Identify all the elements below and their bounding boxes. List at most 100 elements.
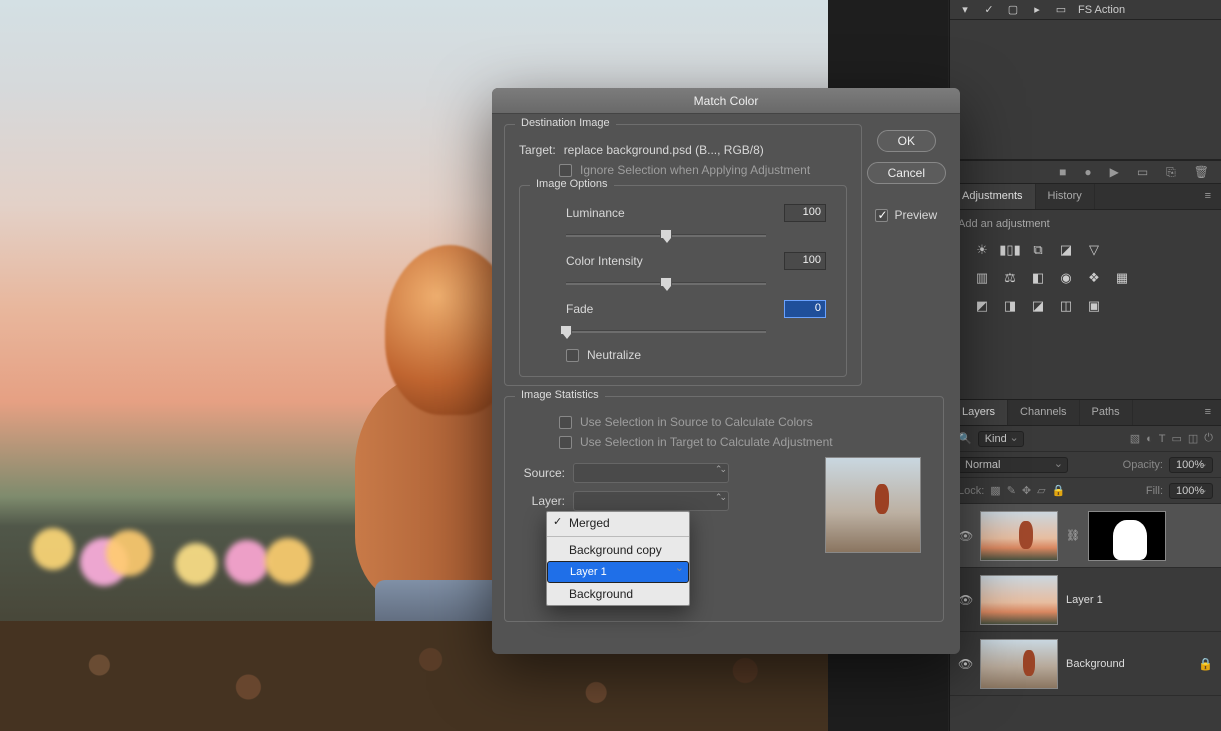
lock-pixels-icon[interactable]: ✎	[1007, 484, 1016, 497]
dialog-title[interactable]: Match Color	[492, 88, 960, 114]
lock-position-icon[interactable]: ✥	[1022, 484, 1031, 497]
layer-thumbnail[interactable]	[980, 639, 1058, 689]
layer-row-background[interactable]: 👁 Background 🔒	[950, 632, 1221, 696]
check-icon: ✓	[982, 3, 996, 16]
tab-adjustments[interactable]: Adjustments	[950, 184, 1036, 209]
lock-all-icon[interactable]: 🔒	[1052, 484, 1066, 497]
use-source-label: Use Selection in Source to Calculate Col…	[580, 415, 813, 429]
threshold-icon[interactable]: ◪	[1028, 298, 1048, 314]
fade-slider[interactable]	[566, 324, 766, 338]
adjustments-panel-tabs: Adjustments History ≡	[950, 184, 1221, 210]
tab-channels[interactable]: Channels	[1008, 400, 1079, 425]
lock-transparency-icon[interactable]: ▩	[990, 484, 1000, 497]
cancel-button[interactable]: Cancel	[867, 162, 946, 184]
new-action-icon[interactable]: ⎘	[1166, 165, 1176, 180]
adjustments-panel-body: Add an adjustment ☀ ▮▯▮ ⧉ ◪ ▽ ▥ ⚖ ◧ ◉ ❖ …	[950, 210, 1221, 400]
play-icon[interactable]: ▶	[1110, 165, 1119, 179]
folder-icon: ▭	[1054, 3, 1068, 16]
dropdown-option-background[interactable]: Background	[547, 583, 689, 605]
layer-name[interactable]: Background	[1066, 658, 1125, 670]
color-balance-icon[interactable]: ⚖	[1000, 270, 1020, 286]
right-panel-stack: ▾ ✓ ▢ ▸ ▭ FS Action ■ ● ▶ ▭ ⎘ 🗑 Adjustme…	[949, 0, 1221, 731]
filter-smart-icon[interactable]: ◫	[1188, 432, 1198, 445]
fill-field[interactable]: 100%	[1169, 483, 1213, 499]
dropdown-option-bgcopy[interactable]: Background copy	[547, 539, 689, 561]
filter-toggle-icon[interactable]: ⏻	[1204, 432, 1213, 445]
dropdown-option-layer1[interactable]: Layer 1	[547, 561, 689, 583]
image-options-legend: Image Options	[530, 178, 614, 190]
visibility-toggle-icon[interactable]: 👁	[958, 529, 972, 543]
fade-label: Fade	[566, 302, 593, 316]
panel-menu-icon[interactable]: ≡	[1195, 184, 1221, 209]
blend-mode-select[interactable]: Normal	[958, 457, 1068, 473]
preview-checkbox[interactable]	[875, 209, 888, 222]
invert-icon[interactable]: ◩	[972, 298, 992, 314]
record-icon[interactable]: ●	[1084, 165, 1091, 179]
trash-icon[interactable]: 🗑	[1194, 165, 1209, 179]
intensity-slider[interactable]	[566, 276, 766, 290]
layer-label: Layer:	[519, 494, 565, 508]
luminance-input[interactable]: 100	[784, 204, 826, 222]
color-lookup-icon[interactable]: ▦	[1112, 270, 1132, 286]
filter-adjust-icon[interactable]: ◐	[1146, 433, 1153, 445]
intensity-input[interactable]: 100	[784, 252, 826, 270]
layer-thumbnail[interactable]	[980, 575, 1058, 625]
layer-select[interactable]	[573, 491, 729, 511]
visibility-toggle-icon[interactable]: 👁	[958, 593, 972, 607]
ok-button[interactable]: OK	[877, 130, 936, 152]
use-source-checkbox	[559, 416, 572, 429]
layer-name[interactable]: Layer 1	[1066, 594, 1103, 606]
target-value: replace background.psd (B..., RGB/8)	[564, 143, 764, 157]
channel-mixer-icon[interactable]: ❖	[1084, 270, 1104, 286]
vibrance-icon[interactable]: ▽	[1084, 242, 1104, 258]
bokeh-light	[32, 528, 74, 570]
filter-shape-icon[interactable]: ▭	[1171, 432, 1181, 445]
luminance-slider[interactable]	[566, 228, 766, 242]
actions-item-row[interactable]: ▾ ✓ ▢ ▸ ▭ FS Action	[950, 0, 1221, 20]
stop-recording-icon[interactable]: ■	[1059, 165, 1066, 179]
panel-menu-icon[interactable]: ≡	[1195, 400, 1221, 425]
intensity-label: Color Intensity	[566, 254, 643, 268]
action-set-name: FS Action	[1078, 4, 1125, 16]
neutralize-checkbox[interactable]	[566, 349, 579, 362]
layer-thumbnail[interactable]	[980, 511, 1058, 561]
visibility-toggle-icon[interactable]: 👁	[958, 657, 972, 671]
bokeh-light	[106, 530, 152, 576]
fill-label: Fill:	[1146, 485, 1163, 497]
image-statistics-legend: Image Statistics	[515, 389, 605, 401]
levels-icon[interactable]: ▮▯▮	[1000, 242, 1020, 258]
opacity-field[interactable]: 100%	[1169, 457, 1213, 473]
hue-sat-icon[interactable]: ▥	[972, 270, 992, 286]
new-folder-icon[interactable]: ▭	[1137, 165, 1148, 179]
bw-icon[interactable]: ◧	[1028, 270, 1048, 286]
gradient-map-icon[interactable]: ◫	[1056, 298, 1076, 314]
fade-input[interactable]: 0	[784, 300, 826, 318]
brightness-icon[interactable]: ☀	[972, 242, 992, 258]
preview-label: Preview	[894, 208, 937, 222]
lock-icon: 🔒	[1198, 657, 1213, 671]
layer-row-layer1[interactable]: 👁 Layer 1	[950, 568, 1221, 632]
tab-paths[interactable]: Paths	[1080, 400, 1133, 425]
source-select[interactable]	[573, 463, 729, 483]
tab-history[interactable]: History	[1036, 184, 1095, 209]
photo-filter-icon[interactable]: ◉	[1056, 270, 1076, 286]
lock-artboard-icon[interactable]: ▱	[1037, 484, 1045, 497]
filter-pixel-icon[interactable]: ▧	[1130, 432, 1140, 445]
use-target-label: Use Selection in Target to Calculate Adj…	[580, 435, 833, 449]
target-label: Target:	[519, 143, 556, 157]
source-preview-thumbnail	[825, 457, 921, 553]
filter-type-icon[interactable]: T	[1159, 433, 1166, 445]
selective-color-icon[interactable]: ▣	[1084, 298, 1104, 314]
layer-select-dropdown[interactable]: Merged Background copy Layer 1 Backgroun…	[546, 511, 690, 606]
dropdown-option-merged[interactable]: Merged	[547, 512, 689, 534]
layer-mask-thumbnail[interactable]	[1088, 511, 1166, 561]
layer-row-background-copy[interactable]: 👁 ⛓	[950, 504, 1221, 568]
ignore-selection-label: Ignore Selection when Applying Adjustmen…	[580, 163, 810, 177]
chevron-right-icon: ▸	[1030, 3, 1044, 16]
exposure-icon[interactable]: ◪	[1056, 242, 1076, 258]
neutralize-label: Neutralize	[587, 348, 641, 362]
posterize-icon[interactable]: ◨	[1000, 298, 1020, 314]
curves-icon[interactable]: ⧉	[1028, 242, 1048, 258]
layer-filter-kind[interactable]: Kind	[978, 431, 1024, 447]
mask-link-icon[interactable]: ⛓	[1066, 529, 1080, 542]
